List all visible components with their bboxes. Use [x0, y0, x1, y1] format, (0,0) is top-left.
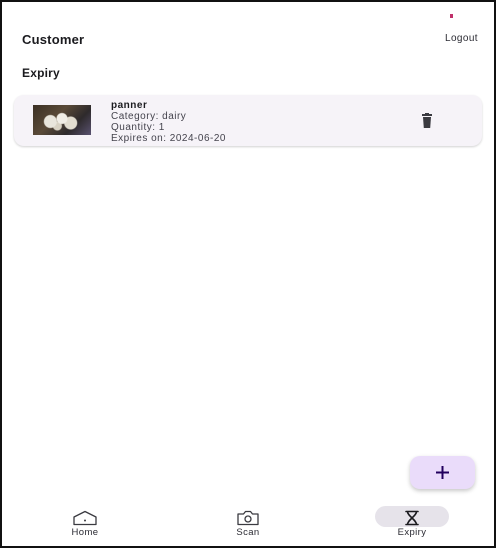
logout-button[interactable]: Logout: [445, 33, 478, 44]
item-details: panner Category: dairy Quantity: 1 Expir…: [111, 100, 226, 144]
add-item-button[interactable]: [410, 456, 475, 489]
bottom-navigation: Home Scan Expiry: [2, 502, 494, 546]
nav-label-expiry: Expiry: [397, 527, 427, 538]
home-icon: [73, 510, 97, 526]
nav-label-home: Home: [71, 527, 99, 538]
item-name: panner: [111, 100, 148, 111]
hourglass-icon: [405, 510, 419, 526]
app-screen: Customer Logout Expiry panner Category: …: [0, 0, 496, 548]
item-category: Category: dairy: [111, 111, 187, 122]
product-thumbnail: [33, 105, 91, 135]
status-indicator: [450, 14, 453, 18]
app-title: Customer: [22, 32, 85, 47]
nav-item-expiry[interactable]: Expiry: [362, 502, 462, 546]
delete-icon[interactable]: [418, 113, 436, 129]
plus-icon: [436, 466, 449, 479]
item-expiry-date: Expires on: 2024-06-20: [111, 133, 226, 144]
nav-label-scan: Scan: [236, 527, 260, 538]
page-title: Expiry: [22, 66, 60, 80]
nav-item-scan[interactable]: Scan: [198, 502, 298, 546]
camera-icon: [237, 510, 259, 526]
item-quantity: Quantity: 1: [111, 122, 165, 133]
expiry-item-card[interactable]: panner Category: dairy Quantity: 1 Expir…: [14, 95, 482, 146]
nav-item-home[interactable]: Home: [35, 502, 135, 546]
